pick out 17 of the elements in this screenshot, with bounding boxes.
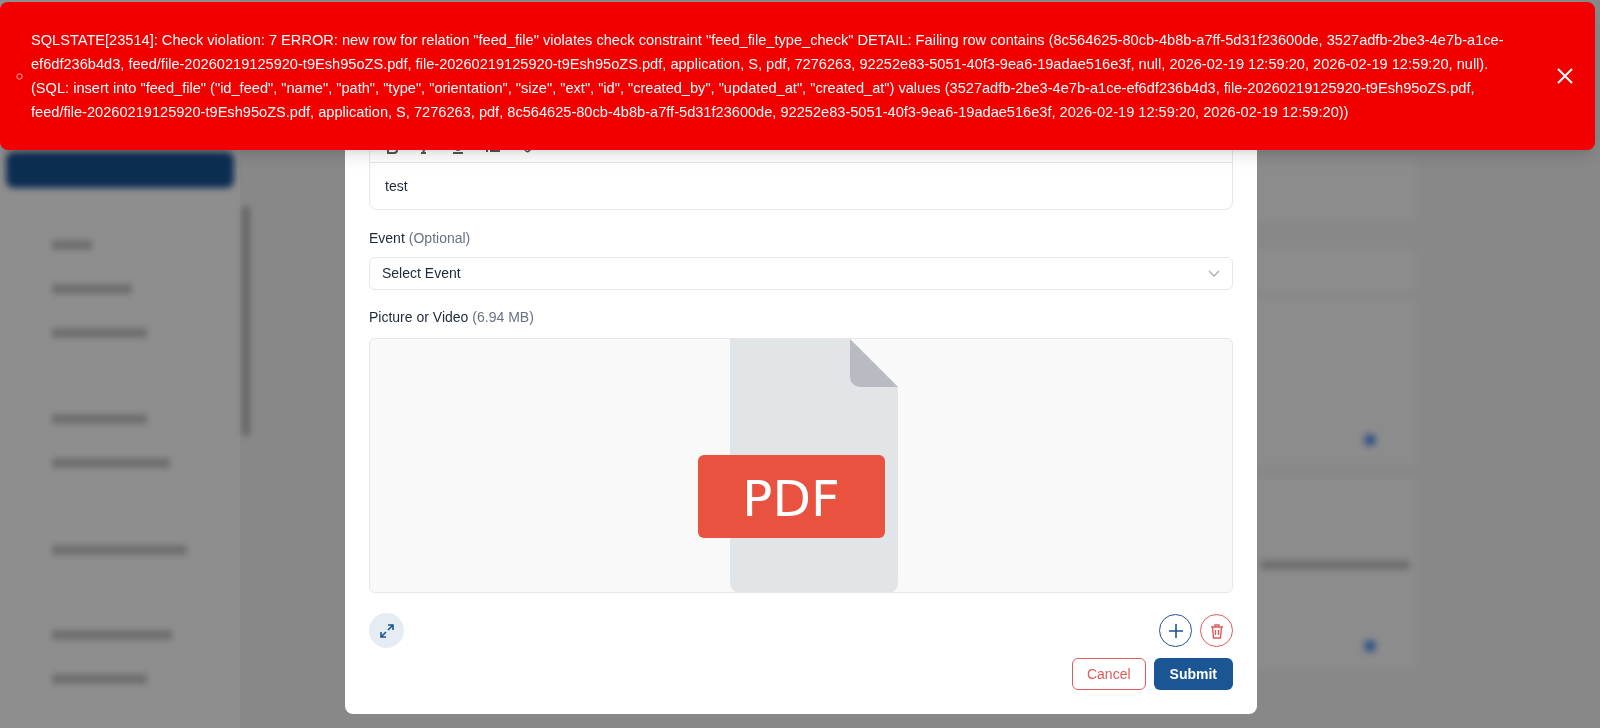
bullet-icon xyxy=(16,72,23,80)
field-hint: (Optional) xyxy=(408,229,471,248)
chevron-down-icon xyxy=(1208,269,1220,278)
close-icon xyxy=(1556,67,1574,85)
field-label: Picture or Video xyxy=(369,308,469,327)
file-size: (6.94 MB) xyxy=(472,308,534,327)
trash-icon xyxy=(1209,622,1224,639)
event-select[interactable]: Select Event xyxy=(369,257,1233,290)
editor-content: test xyxy=(384,176,409,196)
pdf-label: PDF xyxy=(742,470,840,528)
expand-button[interactable] xyxy=(369,613,404,648)
expand-icon xyxy=(378,622,395,639)
field-label: Event xyxy=(369,229,405,248)
submit-button[interactable]: Submit xyxy=(1153,658,1233,690)
cancel-button[interactable]: Cancel xyxy=(1071,658,1146,690)
error-message: SQLSTATE[23514]: Check violation: 7 ERROR: new row for relation "feed_file" violates check constraint "feed_file_type_check" DETAIL: Failing row contains (8c564625-80cb-4b8b-a7ff-5d31f23600de, 3527adfb-2be3-4e7b-a1ce-ef6df236b4d3, feed/file-20260219125920-t9Esh95oZS.pdf, file-20260219125920-t9Esh95oZS.pdf, application, S, pdf, 7276263, 92252e83-5051-40f3-9ea6-19adae516e3f, null, 2026-02-19 12:59:20, 2026-02-19 12:59:20, null). (SQL: insert into "feed_file" ("id_feed", "name", "path", "type", "orientation", "size", "ext", "id", "created_by", "updated_at", "created_at") values (3527adfb-2be3-4e7b-a1ce-ef6df236b4d3, file-20260219125920-t9Esh95oZS.pdf, feed/file-20260219125920-t9Esh95oZS.pdf, application, S, 7276263, pdf, 8c564625-80cb-4b8b-a7ff-5d31f23600de, 92252e83-5051-40f3-9ea6-19adae516e3f, 2026-02-19 12:59:20, 2026-02-19 12:59:20)) xyxy=(31,31,1505,122)
plus-icon xyxy=(1167,622,1184,639)
